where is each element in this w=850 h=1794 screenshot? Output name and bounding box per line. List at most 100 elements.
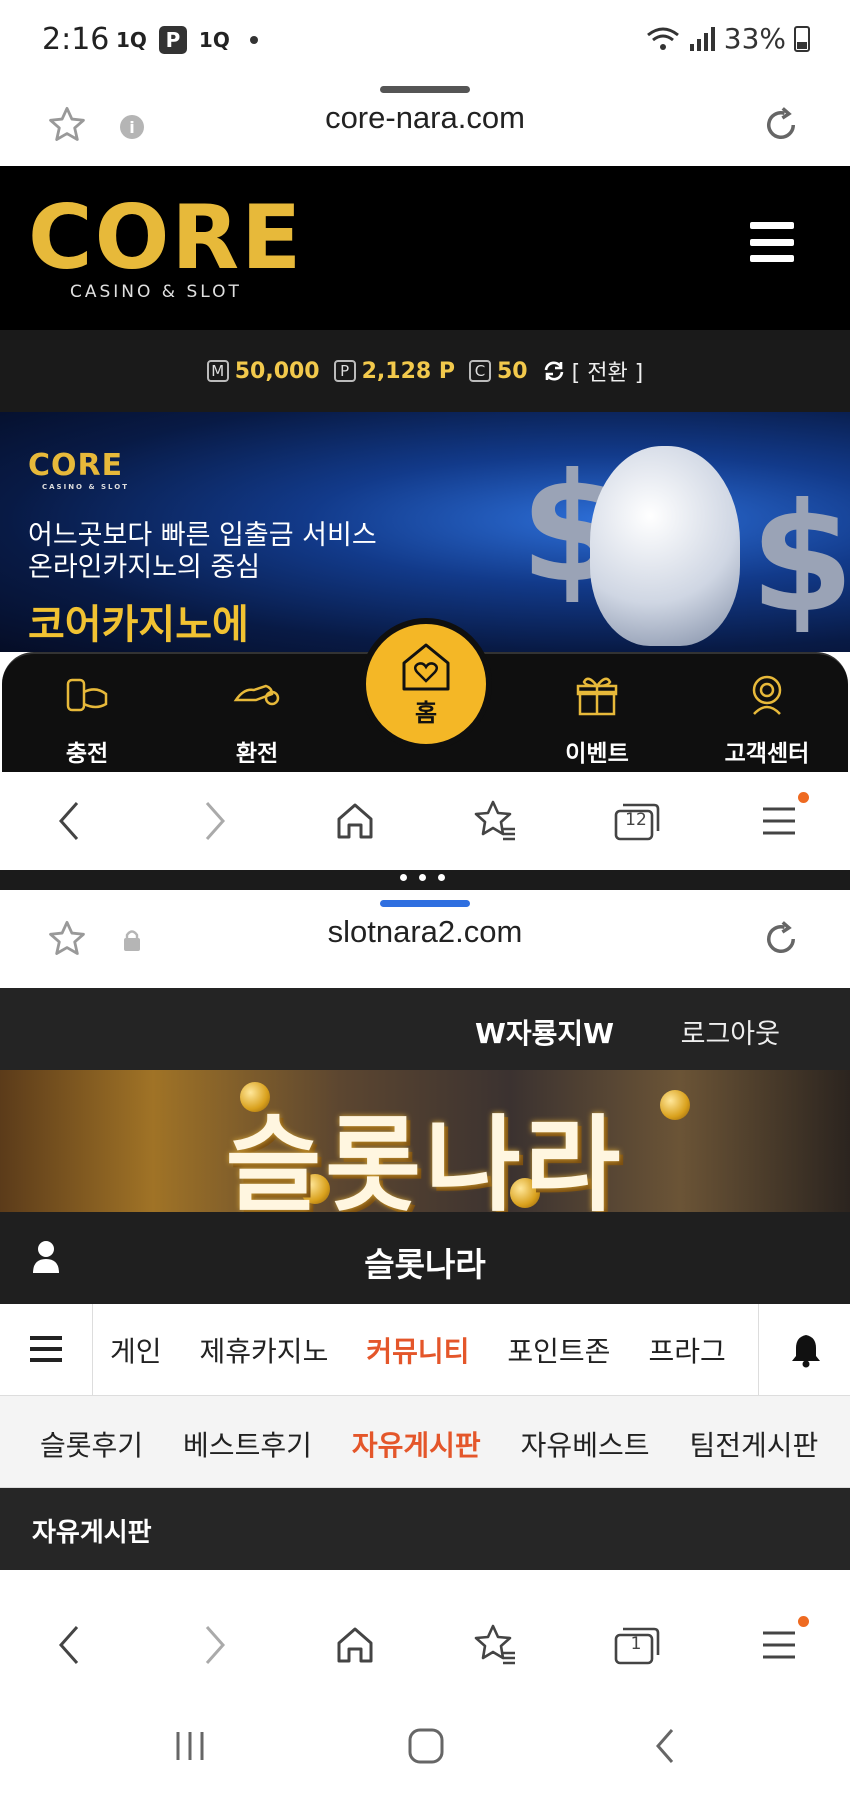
nav-exchange-label: 환전 <box>235 741 279 767</box>
notif-icon-1: 1Q <box>116 28 147 52</box>
status-bar: 2:16 1Q P 1Q 33% <box>0 0 850 78</box>
money-value: 50,000 <box>234 358 320 384</box>
battery-icon <box>794 25 810 52</box>
logout-link[interactable]: 로그아웃 <box>681 1012 780 1051</box>
bookmarks-button[interactable] <box>470 796 520 846</box>
nav-support[interactable]: 고객센터 <box>712 670 822 768</box>
bell-icon[interactable] <box>788 1332 824 1368</box>
sub-menu-items: 슬롯후기 베스트후기 자유게시판 자유베스트 팀전게시판 <box>40 1424 850 1464</box>
menu-item-game[interactable]: 게인 <box>110 1330 162 1370</box>
banner-logo: CORE CASINO & SLOT <box>28 448 129 491</box>
bottom-browser-toolbar: 1 <box>0 1596 850 1694</box>
nav-exchange[interactable]: 환전 <box>202 670 312 768</box>
top-url-text[interactable]: core-nara.com <box>0 100 850 136</box>
core-banner[interactable]: $ $ CORE CASINO & SLOT 어느곳보다 빠른 입출금 서비스 … <box>0 412 850 652</box>
submenu-item-best-review[interactable]: 베스트후기 <box>183 1424 312 1464</box>
split-divider-handle[interactable] <box>400 874 445 881</box>
slotnara-banner-title: 슬롯나라 <box>225 1104 625 1212</box>
point-balance: P 2,128 P <box>333 358 455 384</box>
forward-button[interactable] <box>190 796 240 846</box>
money-bag-graphic <box>590 446 740 646</box>
core-header: CORE CASINO & SLOT <box>0 166 850 330</box>
nav-support-label: 고객센터 <box>724 741 810 767</box>
system-nav-bar <box>0 1694 850 1794</box>
back-nav-icon[interactable] <box>644 1724 688 1768</box>
core-logo[interactable]: CORE CASINO & SLOT <box>28 194 303 303</box>
tabs-count: 1 <box>630 1634 642 1654</box>
submenu-item-free-best[interactable]: 자유베스트 <box>521 1424 650 1464</box>
menu-button[interactable] <box>754 796 804 846</box>
battery-percent: 33% <box>723 22 786 55</box>
chevron-left-icon <box>58 802 79 840</box>
menu-item-point-zone[interactable]: 포인트존 <box>507 1330 610 1370</box>
slotnara-site-title: 슬롯나라 <box>364 1245 486 1284</box>
back-button[interactable] <box>44 796 94 846</box>
submenu-item-free-board[interactable]: 자유게시판 <box>352 1424 481 1464</box>
slotnara-menu-button[interactable] <box>30 1336 62 1362</box>
menu-item-pragmatic[interactable]: 프라그 <box>648 1330 725 1370</box>
exchange-icon <box>233 684 280 706</box>
menu-line <box>30 1358 62 1362</box>
nav-charge-label: 충전 <box>65 741 109 767</box>
home-button[interactable] <box>330 1620 380 1670</box>
reload-icon[interactable] <box>760 918 802 960</box>
status-right: 33% <box>646 22 810 55</box>
gift-icon <box>576 677 618 716</box>
nav-home-button[interactable]: 홈 <box>360 618 492 750</box>
home-button[interactable] <box>330 796 380 846</box>
top-panel-handle[interactable] <box>380 86 470 93</box>
menu-line <box>750 255 794 262</box>
bottom-url-text[interactable]: slotnara2.com <box>0 914 850 950</box>
forward-button[interactable] <box>190 1620 240 1670</box>
chevron-right-icon <box>205 1626 226 1664</box>
wifi-icon <box>646 27 679 50</box>
nav-charge[interactable]: 충전 <box>32 670 142 768</box>
slotnara-main-menu: 게인 제휴카지노 커뮤니티 포인트존 프라그 <box>0 1304 850 1396</box>
tabs-count: 12 <box>625 810 647 830</box>
home-heart-icon <box>402 643 450 690</box>
submenu-item-slot-review[interactable]: 슬롯후기 <box>40 1424 143 1464</box>
dot <box>419 874 426 881</box>
coin-value: 50 <box>497 358 528 384</box>
bottom-url-bar: slotnara2.com <box>0 892 850 980</box>
recent-apps-icon[interactable] <box>168 1724 212 1768</box>
menu-item-partner-casino[interactable]: 제휴카지노 <box>200 1330 329 1370</box>
banner-headline: 코어카지노에 <box>28 602 249 648</box>
chevron-right-icon <box>205 802 226 840</box>
banner-line-1: 어느곳보다 빠른 입출금 서비스 <box>28 520 377 551</box>
dot <box>438 874 445 881</box>
slotnara-titlebar: 슬롯나라 <box>0 1212 850 1304</box>
submenu-item-team-board[interactable]: 팀전게시판 <box>689 1424 818 1464</box>
menu-icon <box>763 807 795 835</box>
balance-bar: M 50,000 P 2,128 P C 50 [ 전환 ] <box>0 330 850 412</box>
nav-event[interactable]: 이벤트 <box>542 670 652 768</box>
notif-more-dot <box>249 36 258 44</box>
switch-button[interactable]: [ 전환 ] <box>542 355 643 387</box>
nav-home-label: 홈 <box>414 698 438 727</box>
home-icon <box>337 803 373 839</box>
menu-button[interactable] <box>754 1620 804 1670</box>
menu-line <box>30 1347 62 1351</box>
signal-icon <box>689 26 715 51</box>
username[interactable]: W자룡지W <box>475 1012 614 1052</box>
reload-icon[interactable] <box>760 104 802 146</box>
banner-subtitle: 어느곳보다 빠른 입출금 서비스 온라인카지노의 중심 <box>28 520 377 584</box>
back-button[interactable] <box>44 1620 94 1670</box>
home-icon <box>337 1627 373 1663</box>
menu-item-community[interactable]: 커뮤니티 <box>366 1330 469 1370</box>
tabs-button[interactable]: 1 <box>612 1620 662 1670</box>
status-time: 2:16 <box>42 22 110 57</box>
slotnara-banner[interactable]: 슬롯나라 <box>0 1070 850 1212</box>
point-value: 2,128 P <box>361 358 455 384</box>
slotnara-sub-menu: 슬롯후기 베스트후기 자유게시판 자유베스트 팀전게시판 <box>0 1396 850 1488</box>
tabs-button[interactable]: 12 <box>612 796 662 846</box>
main-menu-items: 게인 제휴카지노 커뮤니티 포인트존 프라그 <box>110 1330 760 1370</box>
bookmarks-button[interactable] <box>470 1620 520 1670</box>
notification-icons: 1Q P 1Q <box>112 26 258 54</box>
core-menu-button[interactable] <box>750 222 794 262</box>
bottom-panel-handle[interactable] <box>380 900 470 907</box>
menu-line <box>750 222 794 229</box>
home-nav-icon[interactable] <box>404 1724 448 1768</box>
top-browser-toolbar: 12 <box>0 772 850 870</box>
menu-divider <box>758 1304 759 1396</box>
